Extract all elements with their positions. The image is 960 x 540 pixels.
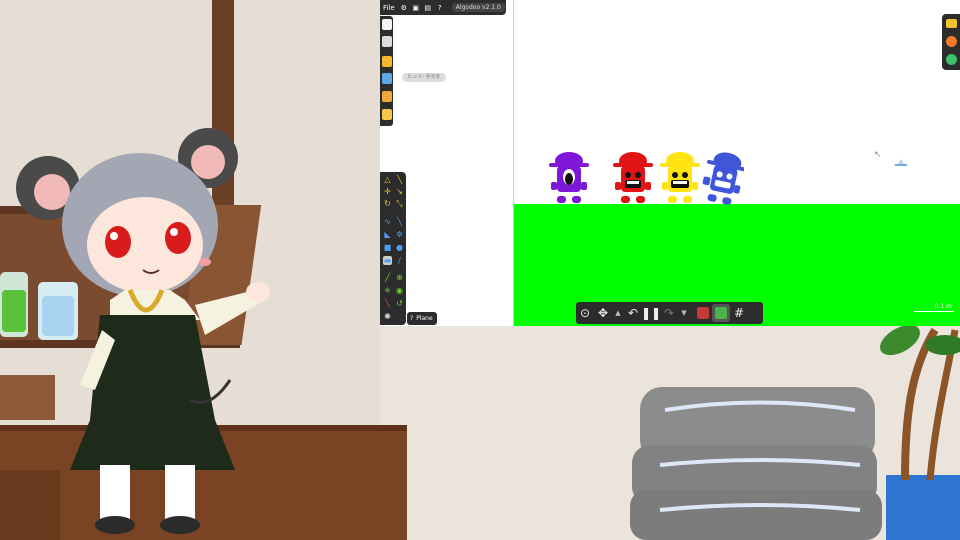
settings-icon[interactable] [946, 54, 957, 65]
undo-icon[interactable]: ↶ [624, 304, 642, 322]
blue-character[interactable] [700, 150, 744, 205]
snapshot-icon[interactable] [382, 109, 392, 120]
tracer-tool-icon[interactable]: ╲ [383, 299, 392, 308]
purple-character[interactable] [547, 150, 591, 205]
grid-icon[interactable]: # [730, 304, 748, 322]
red-character[interactable] [611, 150, 655, 205]
scale-tool-icon[interactable]: ⤡ [395, 199, 404, 208]
rope-tool-icon[interactable]: ∿ [383, 217, 392, 226]
thruster-tool-icon[interactable]: ◉ [395, 286, 404, 295]
pause-icon[interactable]: ❚❚ [641, 304, 661, 322]
scale-label: 0.1 m [934, 303, 952, 310]
chain-tool-icon[interactable]: ∕ [395, 256, 404, 265]
app-title: Algodoo v2.1.0 [451, 3, 505, 12]
rotate-tool-icon[interactable]: ↻ [383, 199, 392, 208]
options-icon[interactable]: ▤ [424, 4, 432, 12]
mouse-cursor-icon: ↖ [874, 150, 882, 160]
new-scene-icon[interactable] [382, 19, 392, 30]
selection-label-bar: ? Plane [407, 312, 437, 325]
polygon-tool-icon[interactable]: ◣ [383, 230, 392, 239]
spring-tool-icon[interactable]: ╱ [383, 273, 392, 282]
laser-tool-icon[interactable]: ↺ [395, 299, 404, 308]
help-icon[interactable]: ? [410, 315, 413, 322]
speed-down-icon[interactable]: ▼ [678, 304, 690, 322]
file-menu[interactable]: File [383, 4, 395, 12]
box-tool-icon[interactable]: ■ [383, 243, 392, 252]
green-jar [0, 272, 28, 337]
zoom-icon[interactable]: ⊙ [576, 304, 594, 322]
algodoo-window: File ⚙ ▣ ▤ ? Algodoo v2.1.0 ヒント: 手元を △ ╲… [380, 0, 960, 326]
small-object[interactable] [895, 158, 907, 166]
visualization-icon[interactable] [694, 304, 712, 322]
gear-tool-icon[interactable]: ✲ [395, 230, 404, 239]
right-toolbar [942, 14, 960, 70]
drag-tool-icon[interactable]: ↘ [395, 187, 404, 196]
redo-icon[interactable]: ↷ [660, 304, 678, 322]
menu-bar: File ⚙ ▣ ▤ ? Algodoo v2.1.0 [380, 0, 506, 15]
background-toggle-icon[interactable] [712, 304, 730, 322]
hinge-tool-icon[interactable]: ✳ [383, 286, 392, 295]
yellow-character[interactable] [658, 150, 702, 205]
simulation-controls: ⊙ ✥ ▲ ↶ ❚❚ ↷ ▼ # [576, 302, 763, 324]
eraser-tool-icon[interactable]: ✺ [383, 312, 392, 321]
knife-tool-icon[interactable]: ╲ [395, 217, 404, 226]
folder-icon[interactable] [382, 56, 392, 67]
selection-label: Plane [416, 315, 433, 322]
blue-jar [38, 282, 78, 340]
panel-icon[interactable] [946, 19, 957, 28]
tooltip: ヒント: 手元を [402, 73, 446, 82]
help-icon[interactable]: ? [436, 4, 444, 12]
fixate-tool-icon[interactable]: ⊕ [395, 273, 404, 282]
tools-palette: △ ╲ ✛ ↘ ↻ ⤡ ∿ ╲ ◣ ✲ ■ ● ▬ ∕ ╱ ⊕ ✳ ◉ ╲ ↺ … [380, 172, 406, 325]
palette-icon[interactable] [946, 36, 957, 47]
scale-bar [914, 311, 954, 312]
circle-tool-icon[interactable]: ● [395, 243, 404, 252]
brush-tool-icon[interactable]: ╲ [395, 175, 404, 184]
gear-icon[interactable]: ⚙ [400, 4, 408, 12]
stacked-cushions [630, 387, 882, 540]
window-icon[interactable]: ▣ [412, 4, 420, 12]
save-icon[interactable] [382, 36, 392, 47]
open-icon[interactable] [382, 91, 392, 102]
sketch-tool-icon[interactable]: △ [383, 175, 392, 184]
speed-up-icon[interactable]: ▲ [612, 304, 624, 322]
pan-icon[interactable]: ✥ [594, 304, 612, 322]
move-tool-icon[interactable]: ✛ [383, 187, 392, 196]
scenes-icon[interactable] [382, 73, 392, 84]
plane-tool-icon[interactable]: ▬ [383, 256, 392, 265]
file-toolbar [380, 16, 393, 126]
